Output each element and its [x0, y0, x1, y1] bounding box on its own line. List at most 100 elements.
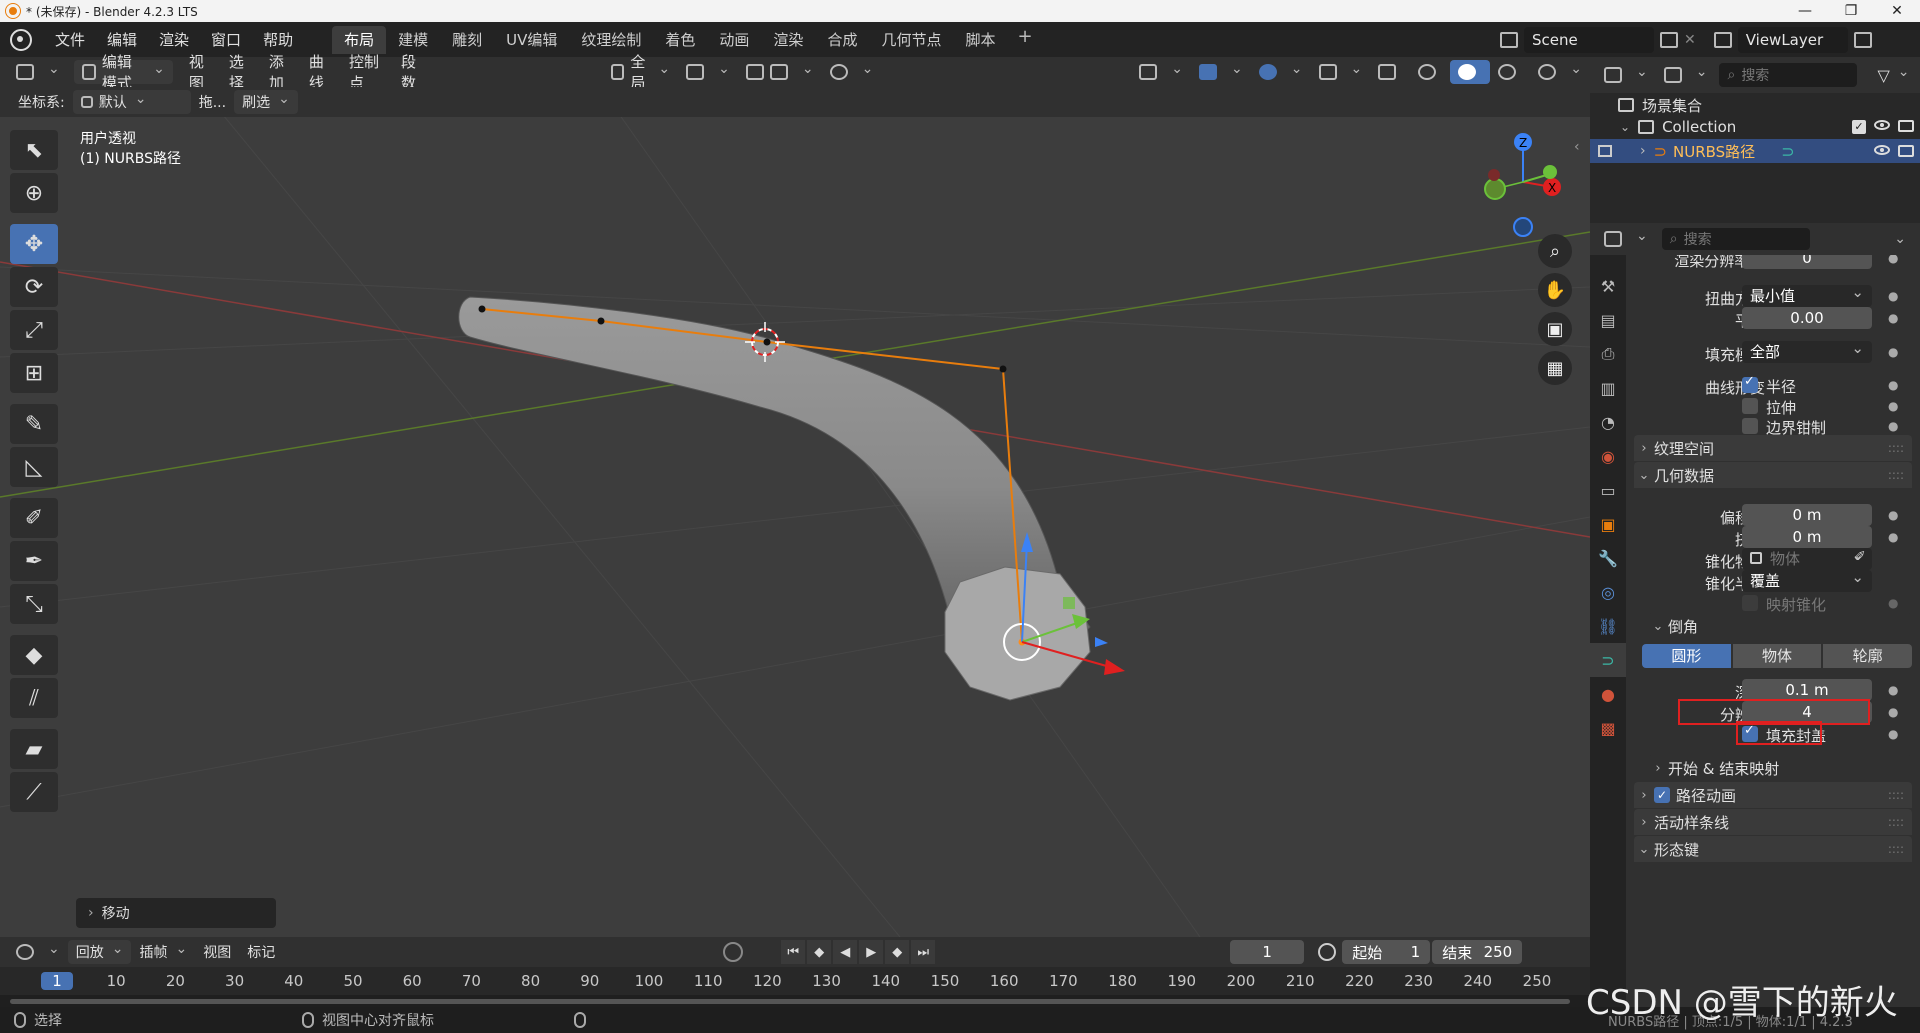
menu-control-points[interactable]: 控制点: [341, 53, 393, 92]
render-tab-icon[interactable]: ▤: [1590, 303, 1626, 337]
snap-selector[interactable]: [738, 60, 822, 84]
timeline-tick[interactable]: 120: [747, 972, 787, 990]
timeline-tick[interactable]: 190: [1162, 972, 1202, 990]
outliner-row-collection[interactable]: ⌄ Collection ✓: [1590, 115, 1920, 139]
menu-keying[interactable]: 插帧: [131, 940, 195, 964]
chevron-down-icon[interactable]: ⌄: [1620, 120, 1630, 134]
keyframe-dot[interactable]: ●: [1888, 727, 1898, 741]
collection-camera-icon[interactable]: [1898, 120, 1914, 132]
bevel-mode-object[interactable]: 物体: [1732, 644, 1822, 668]
tab-sculpting[interactable]: 雕刻: [440, 26, 494, 54]
visibility-selector[interactable]: [1131, 60, 1191, 84]
timeline-tick[interactable]: 170: [1043, 972, 1083, 990]
material-tab-icon[interactable]: ●: [1590, 677, 1626, 711]
pan-hand-icon[interactable]: ✋: [1538, 273, 1572, 307]
collection-eye-icon[interactable]: [1874, 120, 1890, 130]
control-point-3[interactable]: [763, 338, 771, 346]
shading-material[interactable]: [1490, 60, 1530, 84]
path-animation-checkbox[interactable]: ✓: [1654, 787, 1670, 803]
section-bevel[interactable]: ⌄ 倒角: [1648, 613, 1912, 639]
map-taper-checkbox[interactable]: [1742, 595, 1758, 611]
keyframe-dot[interactable]: ●: [1888, 683, 1898, 697]
collection-exclude-checkbox[interactable]: ✓: [1852, 120, 1866, 134]
bounds-clamp-checkbox[interactable]: [1742, 418, 1758, 434]
menu-add[interactable]: 添加: [261, 53, 301, 92]
overlay-toggle[interactable]: [1251, 60, 1311, 84]
radius-tool-icon[interactable]: ◆: [10, 635, 58, 675]
mesh-select-overlay[interactable]: [1311, 60, 1371, 84]
output-tab-icon[interactable]: ⎙: [1590, 337, 1626, 371]
jump-end-icon[interactable]: ⏭: [911, 940, 936, 964]
drag-grip-icon[interactable]: ::::: [1888, 468, 1904, 482]
timeline-tick[interactable]: 240: [1458, 972, 1498, 990]
properties-search[interactable]: ⌕ 搜索: [1661, 228, 1810, 250]
radius-checkbox[interactable]: [1742, 374, 1758, 393]
timeline-tick[interactable]: 80: [511, 972, 551, 990]
properties-editor-type[interactable]: [1596, 227, 1656, 251]
coord-system-selector[interactable]: 默认: [72, 90, 191, 114]
keyframe-dot[interactable]: ●: [1888, 508, 1898, 522]
timeline-tick[interactable]: 20: [155, 972, 195, 990]
keyframe-dot[interactable]: ●: [1888, 705, 1898, 719]
blender-menu-icon[interactable]: [10, 28, 32, 51]
section-geometry[interactable]: ⌄ 几何数据 ::::: [1634, 462, 1912, 488]
object-eye-icon[interactable]: [1874, 145, 1890, 155]
curve-data-tab-icon[interactable]: ⊃: [1590, 643, 1626, 677]
timeline-tick[interactable]: 210: [1280, 972, 1320, 990]
texture-tab-icon[interactable]: ▩: [1590, 711, 1626, 745]
drag-grip-icon[interactable]: ::::: [1888, 441, 1904, 455]
timeline-scrollbar[interactable]: [0, 995, 1590, 1007]
3d-viewport[interactable]: Z X 用户透视 (1) NURBS路径 ⌕ ✋ ▣ ▦ ‹: [0, 87, 1590, 937]
zoom-icon[interactable]: ⌕: [1538, 234, 1572, 268]
outliner-row-scene-collection[interactable]: 场景集合: [1590, 93, 1920, 117]
scene-field[interactable]: Scene: [1524, 26, 1654, 53]
section-texture-space[interactable]: › 纹理空间 ::::: [1634, 435, 1912, 461]
menu-curve[interactable]: 曲线: [301, 53, 341, 92]
view-layer-field[interactable]: ViewLayer: [1737, 26, 1848, 53]
select-tool-icon[interactable]: ⬉: [10, 130, 58, 170]
keyframe-dot[interactable]: ●: [1888, 345, 1898, 359]
tab-animation[interactable]: 动画: [707, 26, 761, 54]
jump-start-icon[interactable]: ⏮: [781, 940, 806, 964]
gizmo-toggle[interactable]: [1191, 60, 1251, 84]
keyframe-dot[interactable]: ●: [1888, 378, 1898, 392]
edit-mode-toggle-icon[interactable]: [1598, 145, 1612, 157]
timeline-tick[interactable]: 50: [333, 972, 373, 990]
timeline-tick[interactable]: 1: [41, 972, 73, 990]
timeline-tick[interactable]: 200: [1221, 972, 1261, 990]
shading-wireframe[interactable]: [1410, 60, 1450, 84]
menu-file[interactable]: 文件: [44, 22, 96, 57]
chevron-down-icon[interactable]: ⌄: [1894, 231, 1906, 247]
eyedropper-icon[interactable]: ✐: [1854, 549, 1866, 565]
timeline-tick[interactable]: 110: [688, 972, 728, 990]
view-layer-icon[interactable]: [1713, 31, 1732, 48]
maximize-button[interactable]: ❐: [1828, 3, 1874, 19]
timeline-tick[interactable]: 100: [629, 972, 669, 990]
scale-tool-icon[interactable]: ⤢: [10, 310, 58, 350]
timeline-tick[interactable]: 60: [392, 972, 432, 990]
delete-scene-icon[interactable]: ✕: [1684, 32, 1696, 48]
keyframe-dot[interactable]: ●: [1888, 311, 1898, 325]
object-camera-icon[interactable]: [1898, 145, 1914, 157]
tab-rendering[interactable]: 渲染: [761, 26, 815, 54]
camera-view-icon[interactable]: ▣: [1538, 312, 1572, 346]
last-operator-panel[interactable]: › 移动: [76, 898, 276, 928]
timeline-ruler[interactable]: 1 10 20 30 40 50 60 70 80 90 100 110 120 130 140 150 160…: [0, 967, 1590, 995]
section-start-end-mapping[interactable]: › 开始 & 结束映射: [1648, 755, 1912, 781]
drag-grip-icon[interactable]: ::::: [1888, 788, 1904, 802]
collection-tab-icon[interactable]: ▭: [1590, 473, 1626, 507]
chevron-right-icon[interactable]: ›: [1640, 143, 1646, 159]
new-view-layer-icon[interactable]: [1853, 31, 1872, 48]
draw-tool-icon[interactable]: ✐: [10, 498, 58, 538]
tab-geometry-nodes[interactable]: 几何节点: [869, 26, 953, 54]
shading-solid[interactable]: [1450, 60, 1491, 84]
timeline-tick[interactable]: 220: [1339, 972, 1379, 990]
xray-toggle[interactable]: [1370, 60, 1410, 84]
current-frame-field[interactable]: 1: [1230, 940, 1305, 964]
tab-shading[interactable]: 着色: [653, 26, 707, 54]
filter-icon[interactable]: ▽: [1869, 63, 1917, 87]
timeline-tick[interactable]: 10: [96, 972, 136, 990]
pivot-selector[interactable]: [678, 60, 738, 84]
outliner-row-nurbs-path[interactable]: › ⊃ NURBS路径 ⊃: [1590, 139, 1920, 163]
tab-layout[interactable]: 布局: [332, 25, 387, 54]
